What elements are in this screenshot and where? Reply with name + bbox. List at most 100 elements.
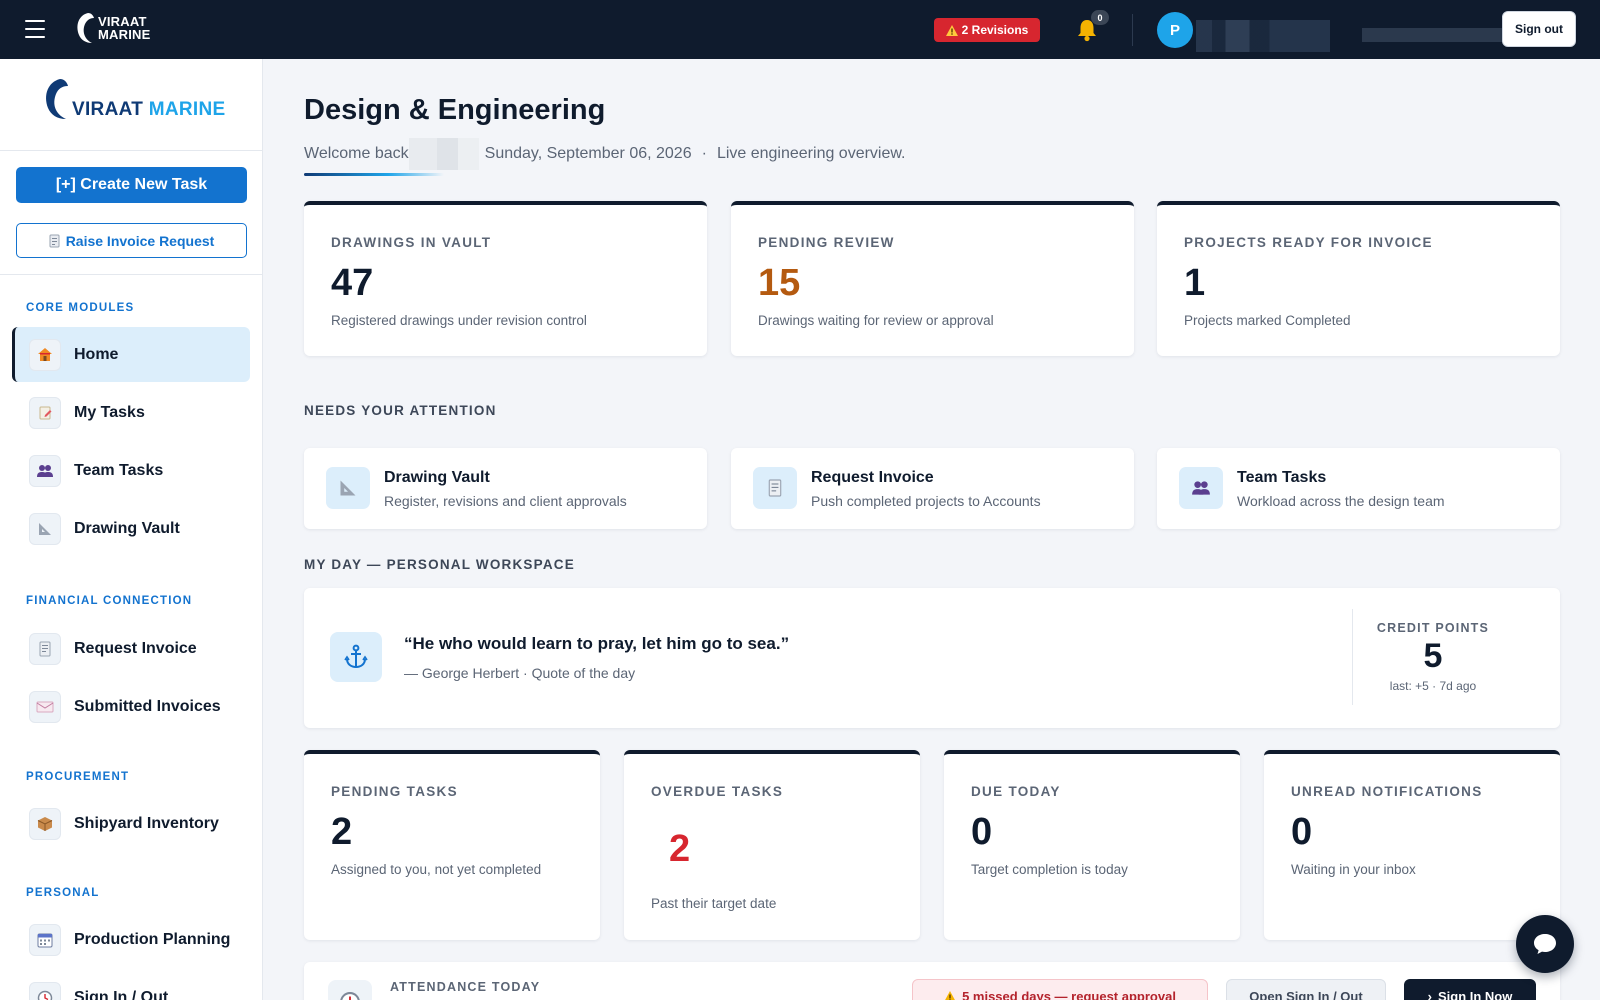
credit-points-label: CREDIT POINTS <box>1376 621 1490 635</box>
quote-author: — George Herbert · Quote of the day <box>404 665 636 681</box>
user-name-redacted <box>1196 20 1330 52</box>
receipt-icon <box>753 467 797 509</box>
credit-points-value: 5 <box>1423 637 1443 675</box>
sidebar-item-label: Home <box>74 345 119 363</box>
avatar[interactable]: P <box>1157 12 1193 48</box>
tagline: Live engineering overview. <box>716 145 906 162</box>
raise-invoice-button[interactable]: Raise Invoice Request <box>16 223 247 258</box>
wave-logo-icon <box>77 13 94 43</box>
triangle-ruler-icon <box>29 512 61 545</box>
top-bar: VIRAAT MARINE 2 Revisions 0 P Sign out <box>0 0 1600 59</box>
section-label-procurement: PROCUREMENT <box>26 771 130 783</box>
people-icon <box>1179 467 1223 509</box>
revisions-badge[interactable]: 2 Revisions <box>934 18 1040 42</box>
stat-label: OVERDUE TASKS <box>651 784 784 799</box>
stat-sub: Assigned to you, not yet completed <box>331 862 542 877</box>
stat-card-due-today[interactable]: DUE TODAY 0 Target completion is today <box>944 750 1240 940</box>
section-heading-attention: NEEDS YOUR ATTENTION <box>304 403 497 418</box>
sidebar-item-label: Submitted Invoices <box>74 697 221 715</box>
package-icon <box>29 807 61 840</box>
stat-card-projects-ready-for-invoice[interactable]: PROJECTS READY FOR INVOICE 1 Projects ma… <box>1157 201 1560 356</box>
sidebar-item-label: Sign In / Out <box>74 988 169 1000</box>
page-title: Design & Engineering <box>304 94 606 126</box>
create-task-button[interactable]: [+] Create New Task <box>16 167 247 203</box>
credit-divider <box>1352 609 1353 705</box>
stat-label: PENDING REVIEW <box>758 235 895 250</box>
warning-icon <box>944 990 956 1000</box>
stat-sub: Drawings waiting for review or approval <box>758 313 994 328</box>
receipt-icon <box>29 632 61 665</box>
notification-count-badge: 0 <box>1091 10 1109 25</box>
sidebar-item-label: My Tasks <box>74 403 145 421</box>
sidebar-logo-part2: MARINE <box>148 99 226 120</box>
attention-card-request-invoice[interactable]: Request Invoice Push completed projects … <box>731 448 1134 529</box>
topbar-divider <box>1132 14 1133 46</box>
attention-card-drawing-vault[interactable]: Drawing Vault Register, revisions and cl… <box>304 448 707 529</box>
user-role-redacted <box>1362 28 1510 42</box>
chat-bubble-icon <box>1534 934 1556 954</box>
sidebar-item-home[interactable]: Home <box>12 327 250 382</box>
stat-sub: Target completion is today <box>971 862 1128 877</box>
open-sign-in-out-button[interactable]: Open Sign In / Out <box>1226 979 1386 1000</box>
sign-out-button[interactable]: Sign out <box>1502 11 1576 47</box>
stat-card-overdue-tasks[interactable]: OVERDUE TASKS 2 Past their target date <box>624 750 920 940</box>
separator-dot: · <box>701 145 707 162</box>
stat-value: 1 <box>1184 262 1206 304</box>
sidebar-item-drawing-vault[interactable]: Drawing Vault <box>12 501 250 556</box>
raise-invoice-label: Raise Invoice Request <box>65 232 215 249</box>
sidebar-item-submitted-invoices[interactable]: Submitted Invoices <box>12 679 250 734</box>
menu-icon[interactable] <box>25 20 45 38</box>
welcome-text: Welcome back <box>304 145 409 162</box>
sidebar-logo[interactable]: VIRAAT MARINE <box>42 77 225 121</box>
section-label-personal: PERSONAL <box>26 887 100 899</box>
chat-button[interactable] <box>1516 915 1574 973</box>
section-label-financial-connection: FINANCIAL CONNECTION <box>26 595 193 607</box>
stat-card-pending-tasks[interactable]: PENDING TASKS 2 Assigned to you, not yet… <box>304 750 600 940</box>
sidebar-item-label: Drawing Vault <box>74 519 180 537</box>
sidebar-item-shipyard-inventory[interactable]: Shipyard Inventory <box>12 796 250 851</box>
title-underline <box>304 173 444 176</box>
user-name-redacted <box>408 138 479 170</box>
sidebar-divider <box>0 274 262 275</box>
attention-title: Drawing Vault <box>384 469 490 486</box>
attention-title: Request Invoice <box>811 469 934 486</box>
sidebar-item-sign-in-out[interactable]: Sign In / Out <box>12 970 250 1000</box>
stat-card-pending-review[interactable]: PENDING REVIEW 15 Drawings waiting for r… <box>731 201 1134 356</box>
house-icon <box>29 338 61 371</box>
credit-points-sub: last: +5 · 7d ago <box>1389 679 1477 693</box>
attendance-card: ATTENDANCE TODAY 5 missed days — request… <box>304 962 1560 1000</box>
sidebar-item-my-tasks[interactable]: My Tasks <box>12 385 250 440</box>
stat-value: 2 <box>669 828 691 870</box>
sidebar-item-label: Team Tasks <box>74 461 164 479</box>
clock-icon <box>328 980 372 1000</box>
stat-label: PROJECTS READY FOR INVOICE <box>1184 235 1433 250</box>
triangle-ruler-icon <box>326 467 370 509</box>
people-icon <box>29 454 61 487</box>
sidebar-item-production-planning[interactable]: Production Planning <box>12 912 250 967</box>
missed-days-button[interactable]: 5 missed days — request approval <box>912 979 1208 1000</box>
stat-value: 2 <box>331 811 353 853</box>
sidebar-item-team-tasks[interactable]: Team Tasks <box>12 443 250 498</box>
stat-label: DUE TODAY <box>971 784 1061 799</box>
top-logo-line2: MARINE <box>98 27 151 42</box>
stat-value: 0 <box>971 811 993 853</box>
stat-card-drawings-in-vault[interactable]: DRAWINGS IN VAULT 47 Registered drawings… <box>304 201 707 356</box>
stat-label: PENDING TASKS <box>331 784 458 799</box>
sign-in-now-button[interactable]: › Sign In Now <box>1404 979 1536 1000</box>
receipt-icon <box>49 234 60 247</box>
warning-icon <box>945 24 958 36</box>
top-logo[interactable]: VIRAAT MARINE <box>74 11 150 45</box>
attention-card-team-tasks[interactable]: Team Tasks Workload across the design te… <box>1157 448 1560 529</box>
stat-value: 15 <box>758 262 801 304</box>
stat-sub: Projects marked Completed <box>1184 313 1351 328</box>
stat-sub: Waiting in your inbox <box>1291 862 1416 877</box>
sidebar-item-request-invoice[interactable]: Request Invoice <box>12 621 250 676</box>
envelope-icon <box>29 690 61 723</box>
sidebar: VIRAAT MARINE [+] Create New Task Raise … <box>0 59 263 1000</box>
attention-sub: Register, revisions and client approvals <box>384 493 627 509</box>
my-day-card: “He who would learn to pray, let him go … <box>304 588 1560 728</box>
revisions-label: 2 Revisions <box>961 23 1029 37</box>
stat-card-unread-notifications[interactable]: UNREAD NOTIFICATIONS 0 Waiting in your i… <box>1264 750 1560 940</box>
attention-sub: Workload across the design team <box>1237 493 1445 509</box>
calendar-icon <box>29 923 61 956</box>
